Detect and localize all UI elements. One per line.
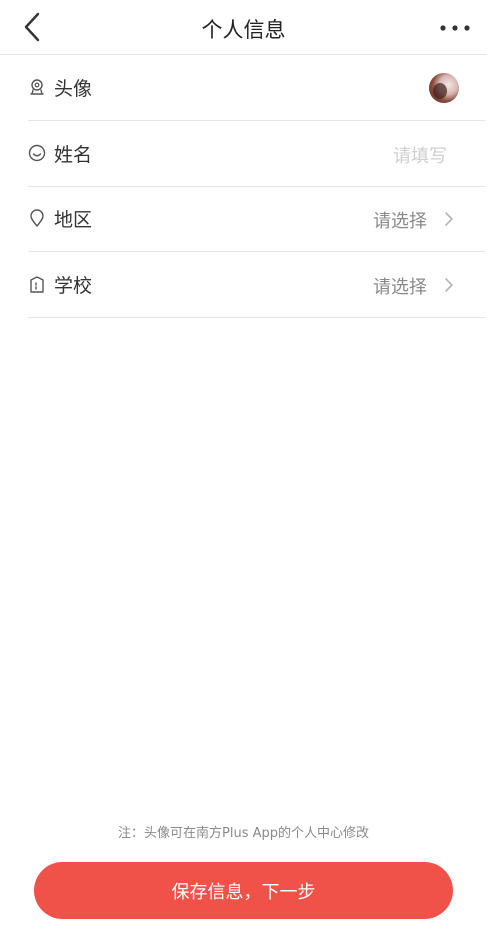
- page-title: 个人信息: [201, 18, 286, 42]
- chevron-right-icon: [445, 278, 453, 292]
- footer-note: 注：头像可在南方Plus App的个人中心修改: [118, 826, 369, 841]
- region-select[interactable]: 请选择: [373, 207, 427, 233]
- avatar-icon: [30, 79, 44, 95]
- region-row[interactable]: 地区 请选择: [28, 186, 485, 252]
- smile-icon: [28, 144, 46, 162]
- school-label: 学校: [54, 275, 93, 297]
- region-label: 地区: [54, 209, 93, 231]
- school-icon: [30, 276, 44, 293]
- avatar-label: 头像: [54, 78, 93, 100]
- school-select[interactable]: 请选择: [373, 273, 427, 299]
- save-next-button-label: 保存信息，下一步: [171, 881, 316, 903]
- more-button[interactable]: [437, 14, 473, 42]
- name-input[interactable]: 请填写: [393, 142, 447, 168]
- school-row[interactable]: 学校 请选择: [28, 252, 485, 318]
- location-pin-icon: [30, 209, 44, 227]
- avatar-row[interactable]: 头像: [28, 55, 485, 121]
- more-dots-icon: [440, 25, 470, 31]
- navigation-bar: 个人信息: [0, 0, 487, 55]
- avatar-image[interactable]: [429, 73, 459, 103]
- save-next-button[interactable]: 保存信息，下一步: [34, 862, 453, 919]
- chevron-right-icon: [445, 212, 453, 226]
- name-label: 姓名: [54, 144, 93, 166]
- name-row[interactable]: 姓名 请填写: [28, 121, 485, 187]
